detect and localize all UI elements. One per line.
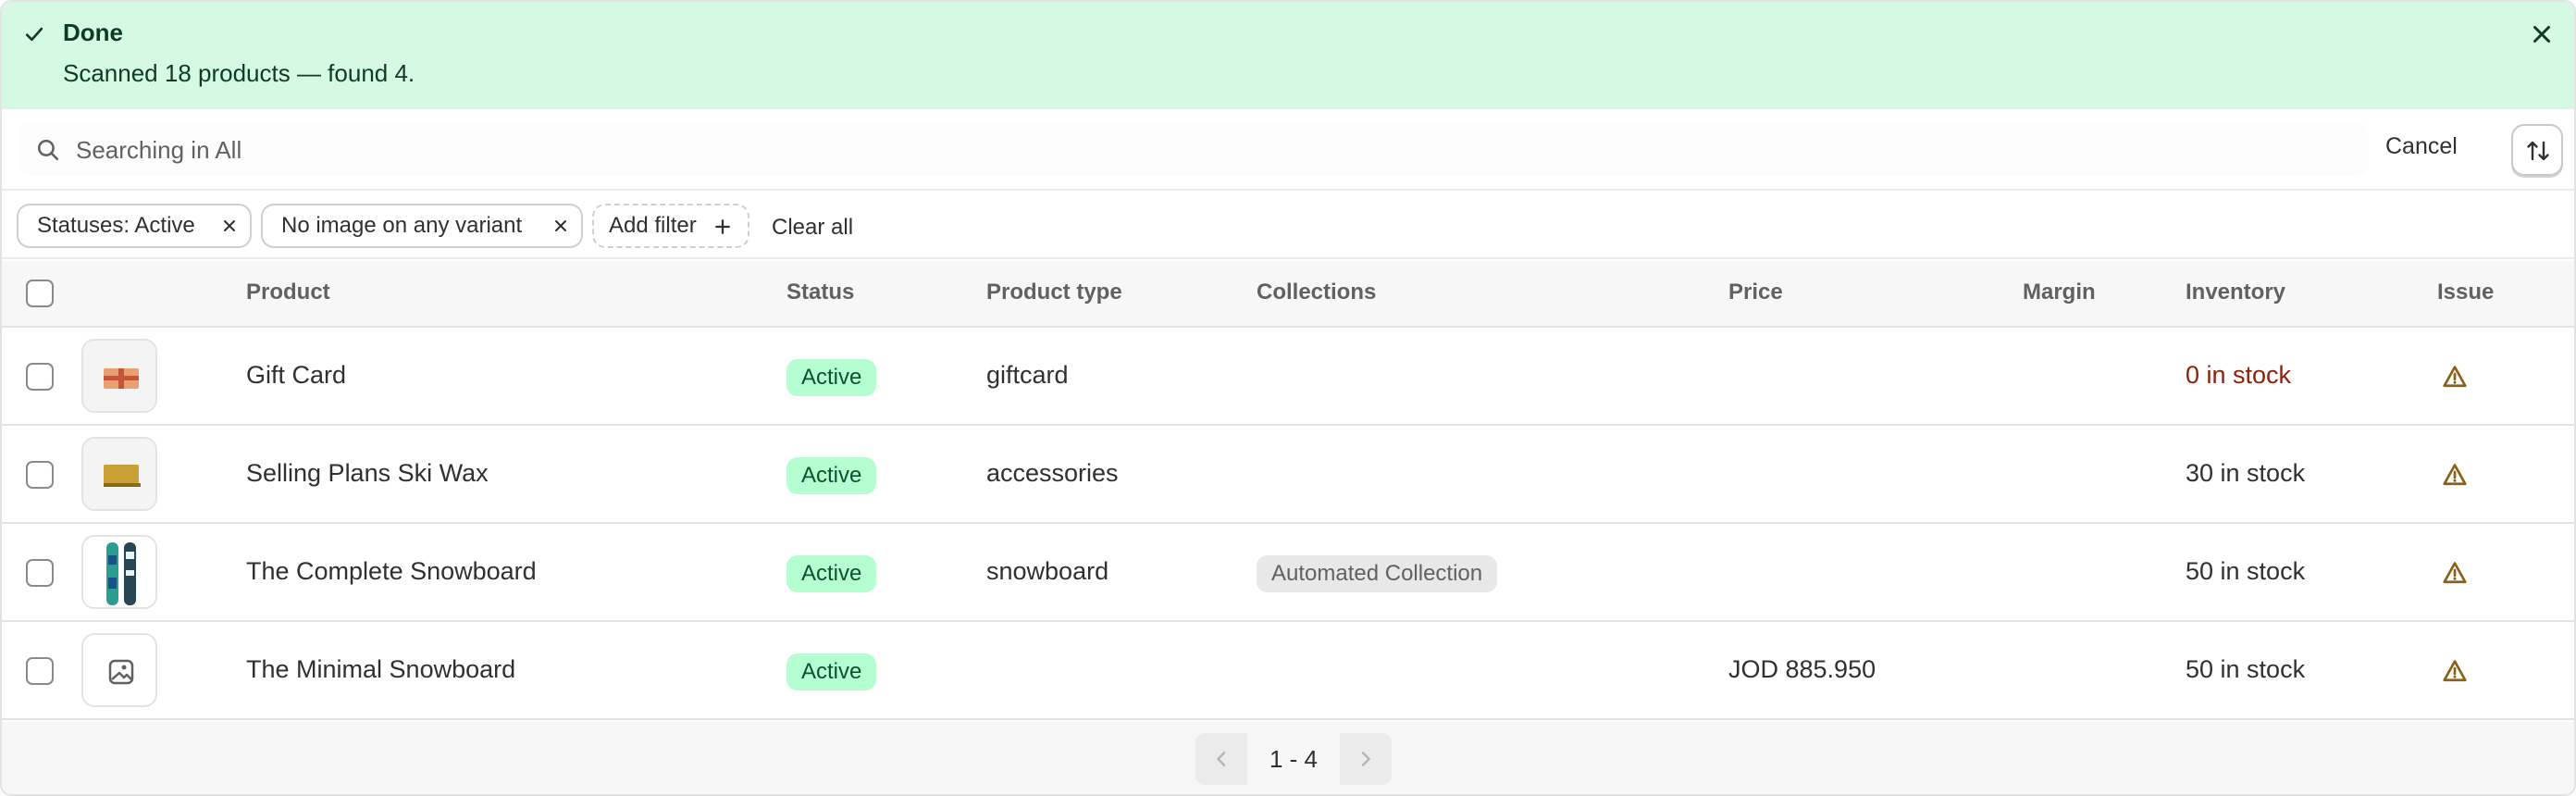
search-bar: Searching in All Cancel bbox=[2, 109, 2574, 191]
previous-page-button[interactable] bbox=[1195, 733, 1247, 785]
clear-all-button[interactable]: Clear all bbox=[772, 215, 853, 241]
pagination-bar: 1 - 4 bbox=[2, 722, 2574, 794]
header-product[interactable]: Product bbox=[246, 280, 330, 305]
table-header: Product Status Product type Collections … bbox=[2, 261, 2574, 328]
banner-title: Done bbox=[63, 19, 123, 46]
search-input[interactable]: Searching in All bbox=[19, 122, 2369, 176]
ski-wax-image bbox=[81, 437, 157, 511]
placeholder-image-icon bbox=[81, 633, 157, 707]
status-badge: Active bbox=[786, 359, 877, 396]
inventory-value: 30 in stock bbox=[2186, 459, 2306, 487]
filter-chip-label: No image on any variant bbox=[281, 213, 523, 238]
chevron-right-icon bbox=[1361, 752, 1370, 766]
warning-icon[interactable] bbox=[2441, 363, 2469, 391]
add-filter-label: Add filter bbox=[609, 213, 697, 238]
search-placeholder: Searching in All bbox=[76, 136, 242, 164]
status-badge: Active bbox=[786, 457, 877, 494]
inventory-value: 0 in stock bbox=[2186, 361, 2292, 389]
select-all-checkbox[interactable] bbox=[26, 280, 54, 307]
header-margin[interactable]: Margin bbox=[2023, 280, 2096, 305]
chevron-left-icon bbox=[1217, 752, 1226, 766]
row-checkbox[interactable] bbox=[26, 363, 54, 391]
inventory-value: 50 in stock bbox=[2186, 557, 2306, 585]
product-type: giftcard bbox=[986, 361, 1069, 389]
gift-card-image bbox=[81, 339, 157, 413]
table-row[interactable]: Gift Card Active giftcard 0 in stock bbox=[2, 328, 2574, 426]
checkmark-icon bbox=[25, 27, 43, 42]
price-value: JOD 885.950 bbox=[1728, 655, 1876, 683]
table-row[interactable]: The Minimal Snowboard Active JOD 885.950… bbox=[2, 622, 2574, 720]
product-name[interactable]: The Minimal Snowboard bbox=[246, 655, 515, 684]
banner-message: Scanned 18 products — found 4. bbox=[63, 59, 415, 87]
product-type: snowboard bbox=[986, 557, 1109, 585]
header-issue[interactable]: Issue bbox=[2437, 280, 2494, 305]
add-filter-button[interactable]: Add filter bbox=[592, 204, 749, 248]
plus-icon bbox=[715, 219, 730, 234]
collection-badge: Automated Collection bbox=[1257, 555, 1498, 592]
warning-icon[interactable] bbox=[2441, 461, 2469, 489]
remove-filter-icon[interactable] bbox=[222, 218, 237, 233]
inventory-value: 50 in stock bbox=[2186, 655, 2306, 683]
status-badge: Active bbox=[786, 653, 877, 690]
warning-icon[interactable] bbox=[2441, 657, 2469, 685]
next-page-button[interactable] bbox=[1340, 733, 1392, 785]
product-type: accessories bbox=[986, 459, 1119, 487]
status-badge: Active bbox=[786, 555, 877, 592]
header-inventory[interactable]: Inventory bbox=[2186, 280, 2285, 305]
product-name[interactable]: Selling Plans Ski Wax bbox=[246, 459, 489, 488]
success-banner: Done Scanned 18 products — found 4. bbox=[2, 2, 2574, 109]
products-card: Done Scanned 18 products — found 4. Sear… bbox=[0, 0, 2576, 796]
row-checkbox[interactable] bbox=[26, 657, 54, 685]
filter-chip-label: Statuses: Active bbox=[37, 213, 195, 238]
table-row[interactable]: Selling Plans Ski Wax Active accessories… bbox=[2, 426, 2574, 524]
product-name[interactable]: The Complete Snowboard bbox=[246, 557, 537, 586]
snowboard-image bbox=[81, 535, 157, 609]
filter-chip-no-image[interactable]: No image on any variant bbox=[261, 204, 583, 248]
header-collections[interactable]: Collections bbox=[1257, 280, 1376, 305]
row-checkbox[interactable] bbox=[26, 559, 54, 587]
table-row[interactable]: The Complete Snowboard Active snowboard … bbox=[2, 524, 2574, 622]
filter-bar: Statuses: Active No image on any variant… bbox=[2, 193, 2574, 259]
row-checkbox[interactable] bbox=[26, 461, 54, 489]
warning-icon[interactable] bbox=[2441, 559, 2469, 587]
page-range-label: 1 - 4 bbox=[1269, 745, 1319, 773]
cancel-button[interactable]: Cancel bbox=[2385, 133, 2458, 160]
sort-icon bbox=[2527, 141, 2549, 161]
header-status[interactable]: Status bbox=[786, 280, 854, 305]
filter-chip-status[interactable]: Statuses: Active bbox=[17, 204, 252, 248]
header-product-type[interactable]: Product type bbox=[986, 280, 1122, 305]
header-price[interactable]: Price bbox=[1728, 280, 1783, 305]
close-icon[interactable] bbox=[2528, 20, 2556, 48]
sort-button[interactable] bbox=[2511, 124, 2563, 176]
remove-filter-icon[interactable] bbox=[553, 218, 568, 233]
product-name[interactable]: Gift Card bbox=[246, 361, 346, 390]
search-icon bbox=[37, 139, 59, 161]
